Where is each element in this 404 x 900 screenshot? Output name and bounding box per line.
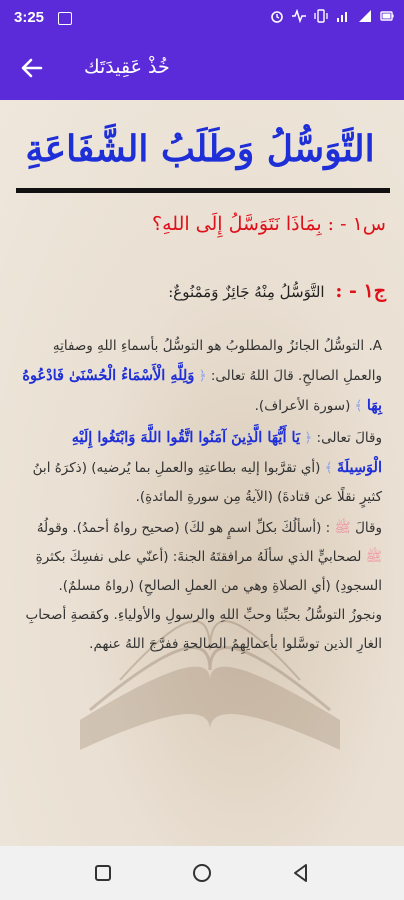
question-text: بِمَاذَا نَتَوَسَّلُ إِلَى اللهِ؟ [152, 213, 322, 235]
paragraph-text: (سورة الأعراف). [254, 398, 351, 414]
ornate-bracket-icon: ﴾ [354, 398, 363, 414]
paragraph: وقالَ ﷺ : (أسألُكَ بكلِّ اسمٍ هو لكَ) (ص… [22, 514, 382, 659]
nav-back-icon[interactable] [290, 862, 312, 884]
alarm-icon [271, 11, 283, 23]
signal-icon [337, 12, 347, 22]
paragraph-text: وقالَ تعالى: [316, 430, 382, 446]
paragraph-text: لصحابيٍّ الذي سألَهُ مرافقتَهُ الجنةَ: (… [25, 549, 382, 652]
vibrate-icon [314, 9, 328, 23]
recent-apps-icon[interactable] [92, 862, 114, 884]
honorific-glyph: ﷺ [365, 549, 382, 565]
app-title: خُذْ عَقِيدَتَك [84, 56, 170, 78]
title-divider [16, 188, 390, 193]
page-title: التَّوَسُّلُ وَطَلَبُ الشَّفَاعَةِ [25, 128, 375, 170]
signal-icon [359, 10, 371, 22]
home-icon[interactable] [191, 862, 213, 884]
ornate-bracket-icon: ﴿ [304, 430, 313, 446]
ornate-bracket-icon: ﴿ [198, 368, 207, 384]
honorific-glyph: ﷺ [334, 520, 351, 536]
answer-heading: ج١ - : التَّوَسُّلُ مِنْهُ جَائِزٌ وَمَم… [16, 280, 386, 302]
app-bar: خُذْ عَقِيدَتَك [0, 36, 404, 100]
gallery-icon [58, 12, 72, 25]
paragraph-text: وقالَ [355, 520, 382, 536]
answer-body: A. التوسُّلُ الجائزُ والمطلوبُ هو التوسُ… [22, 332, 382, 661]
ornate-bracket-icon: ﴾ [324, 460, 333, 476]
back-arrow-icon[interactable] [18, 54, 46, 82]
answer-intro: التَّوَسُّلُ مِنْهُ جَائِزٌ وَمَمْنُوعٌ: [168, 283, 325, 301]
status-bar: 3:25 [0, 0, 404, 36]
content-area[interactable]: التَّوَسُّلُ وَطَلَبُ الشَّفَاعَةِ س١ - … [0, 100, 404, 846]
answer-label: ج١ - : [335, 280, 386, 302]
question-label: س١ - : [327, 213, 386, 235]
battery-icon [380, 11, 394, 21]
activity-icon [292, 9, 306, 23]
status-time: 3:25 [14, 9, 45, 26]
question: س١ - : بِمَاذَا نَتَوَسَّلُ إِلَى اللهِ؟ [16, 213, 386, 235]
status-icons [270, 9, 394, 23]
paragraph: وقالَ تعالى: ﴿ يَا أَيُّهَا الَّذِينَ آم… [22, 423, 382, 512]
paragraph: A. التوسُّلُ الجائزُ والمطلوبُ هو التوسُ… [22, 332, 382, 421]
paragraph-text: : (أسألُكَ بكلِّ اسمٍ هو لكَ) (صحيح رواه… [36, 520, 331, 536]
system-nav-bar [0, 846, 404, 900]
